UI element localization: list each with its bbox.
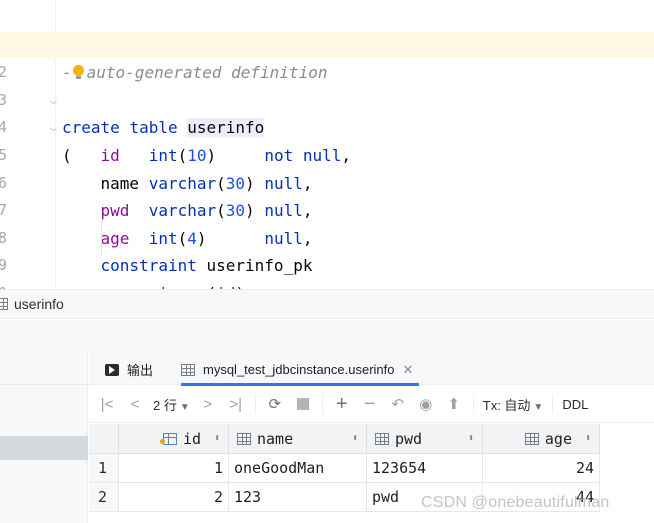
sort-icon[interactable]: ⬍ bbox=[468, 433, 474, 444]
column-header-label: id bbox=[182, 429, 201, 448]
sql-editor[interactable]: 1 -auto-generated definition 2 ⌵ create … bbox=[0, 0, 654, 289]
breadcrumb-item-userinfo[interactable]: userinfo bbox=[14, 296, 64, 312]
panel-divider-area bbox=[0, 320, 654, 354]
code-line-1[interactable]: 1 -auto-generated definition bbox=[0, 4, 654, 83]
cell-age[interactable]: 24 bbox=[483, 454, 600, 483]
grid-header-row: id ⬍ name ⬍ pwd ⬍ age ⬍ bbox=[89, 424, 654, 454]
divider bbox=[0, 384, 88, 385]
tab-output[interactable]: 输出 bbox=[105, 354, 153, 385]
transaction-mode-dropdown[interactable]: Tx: 自动 ▼ bbox=[483, 395, 544, 414]
first-page-icon[interactable]: |< bbox=[95, 392, 119, 416]
csdn-watermark: CSDN @onebeautifulman bbox=[421, 494, 610, 511]
column-icon bbox=[524, 432, 539, 445]
row-number[interactable]: 1 bbox=[89, 454, 119, 483]
tab-label: mysql_test_jdbcinstance.userinfo bbox=[203, 362, 395, 377]
refresh-icon[interactable]: ⟳ bbox=[263, 392, 287, 416]
table-icon bbox=[181, 363, 195, 376]
delete-row-icon[interactable]: − bbox=[358, 392, 382, 416]
cell-pwd[interactable]: 123654 bbox=[367, 454, 483, 483]
preview-changes-icon[interactable]: ◉ bbox=[414, 392, 438, 416]
code-line-3[interactable]: 3 ⌵ ( bbox=[0, 59, 654, 165]
code-line-4[interactable]: 4 id int(10) not null, bbox=[0, 87, 654, 165]
row-count-dropdown[interactable]: 2 行 ▼ bbox=[153, 395, 190, 414]
column-header-name[interactable]: name ⬍ bbox=[229, 424, 367, 454]
sort-icon[interactable]: ⬍ bbox=[214, 433, 220, 444]
line-number: 0 bbox=[0, 280, 10, 289]
results-toolbar: |< < 2 行 ▼ > >| ⟳ + − ↶ ◉ ⬆ Tx: 自动 ▼ DDL bbox=[89, 386, 654, 423]
column-header-age[interactable]: age ⬍ bbox=[483, 424, 600, 454]
toolbar-divider bbox=[552, 394, 554, 414]
sort-icon[interactable]: ⬍ bbox=[352, 433, 358, 444]
table-row[interactable]: 1 1 oneGoodMan 123654 24 bbox=[89, 454, 654, 483]
toolbar-divider bbox=[254, 394, 256, 414]
code-line-9[interactable]: 9 unique (id) bbox=[0, 225, 654, 289]
column-icon bbox=[375, 432, 389, 445]
chevron-down-icon: ▼ bbox=[533, 401, 544, 413]
results-tab-bar: 输出 mysql_test_jdbcinstance.userinfo ✕ bbox=[89, 354, 654, 386]
column-icon bbox=[237, 432, 251, 445]
submit-icon[interactable]: ⬆ bbox=[442, 392, 466, 416]
breadcrumb: userinfo bbox=[0, 289, 654, 319]
code-line-6[interactable]: 6 pwd varchar(30) null, bbox=[0, 142, 654, 221]
toolbar-divider bbox=[472, 394, 474, 414]
last-page-icon[interactable]: >| bbox=[224, 392, 248, 416]
primary-key-column-icon bbox=[159, 432, 177, 445]
tab-userinfo-table[interactable]: mysql_test_jdbcinstance.userinfo ✕ bbox=[181, 354, 420, 386]
ddl-button[interactable]: DDL bbox=[562, 397, 588, 412]
toolbar-divider bbox=[321, 394, 323, 414]
code-line-8[interactable]: 8 constraint userinfo_pk bbox=[0, 197, 654, 276]
tab-label: 输出 bbox=[127, 363, 154, 378]
indent-guide bbox=[101, 220, 102, 256]
cell-id[interactable]: 2 bbox=[119, 483, 229, 512]
code-text: unique (id) bbox=[62, 280, 245, 289]
add-row-icon[interactable]: + bbox=[330, 392, 354, 416]
services-tree-panel[interactable] bbox=[0, 354, 88, 523]
code-line-10[interactable]: 0 ⌃ ); bbox=[0, 252, 654, 289]
sort-icon[interactable]: ⬍ bbox=[585, 433, 591, 444]
previous-page-icon[interactable]: < bbox=[123, 392, 147, 416]
table-icon bbox=[0, 298, 8, 310]
next-page-icon[interactable]: > bbox=[196, 392, 220, 416]
cell-name[interactable]: 123 bbox=[229, 483, 367, 512]
close-icon[interactable]: ✕ bbox=[403, 362, 414, 378]
code-line-2[interactable]: 2 ⌵ create table userinfo bbox=[0, 31, 654, 138]
cell-id[interactable]: 1 bbox=[119, 454, 229, 483]
selected-tree-node[interactable] bbox=[0, 436, 88, 460]
row-number[interactable]: 2 bbox=[89, 483, 119, 512]
console-output-icon bbox=[105, 363, 119, 376]
revert-icon[interactable]: ↶ bbox=[386, 392, 410, 416]
cell-name[interactable]: oneGoodMan bbox=[229, 454, 367, 483]
column-header-label: age bbox=[544, 429, 572, 448]
column-header-pwd[interactable]: pwd ⬍ bbox=[367, 424, 483, 454]
column-header-label: name bbox=[257, 429, 294, 448]
chevron-down-icon: ▼ bbox=[179, 401, 190, 413]
code-line-7[interactable]: 7 age int(4) null, bbox=[0, 170, 654, 248]
stop-icon[interactable] bbox=[291, 392, 315, 416]
code-line-5[interactable]: 5 name varchar(30) null, bbox=[0, 114, 654, 193]
row-number-header[interactable] bbox=[89, 424, 119, 454]
column-header-label: pwd bbox=[395, 429, 423, 448]
column-header-id[interactable]: id ⬍ bbox=[119, 424, 229, 454]
